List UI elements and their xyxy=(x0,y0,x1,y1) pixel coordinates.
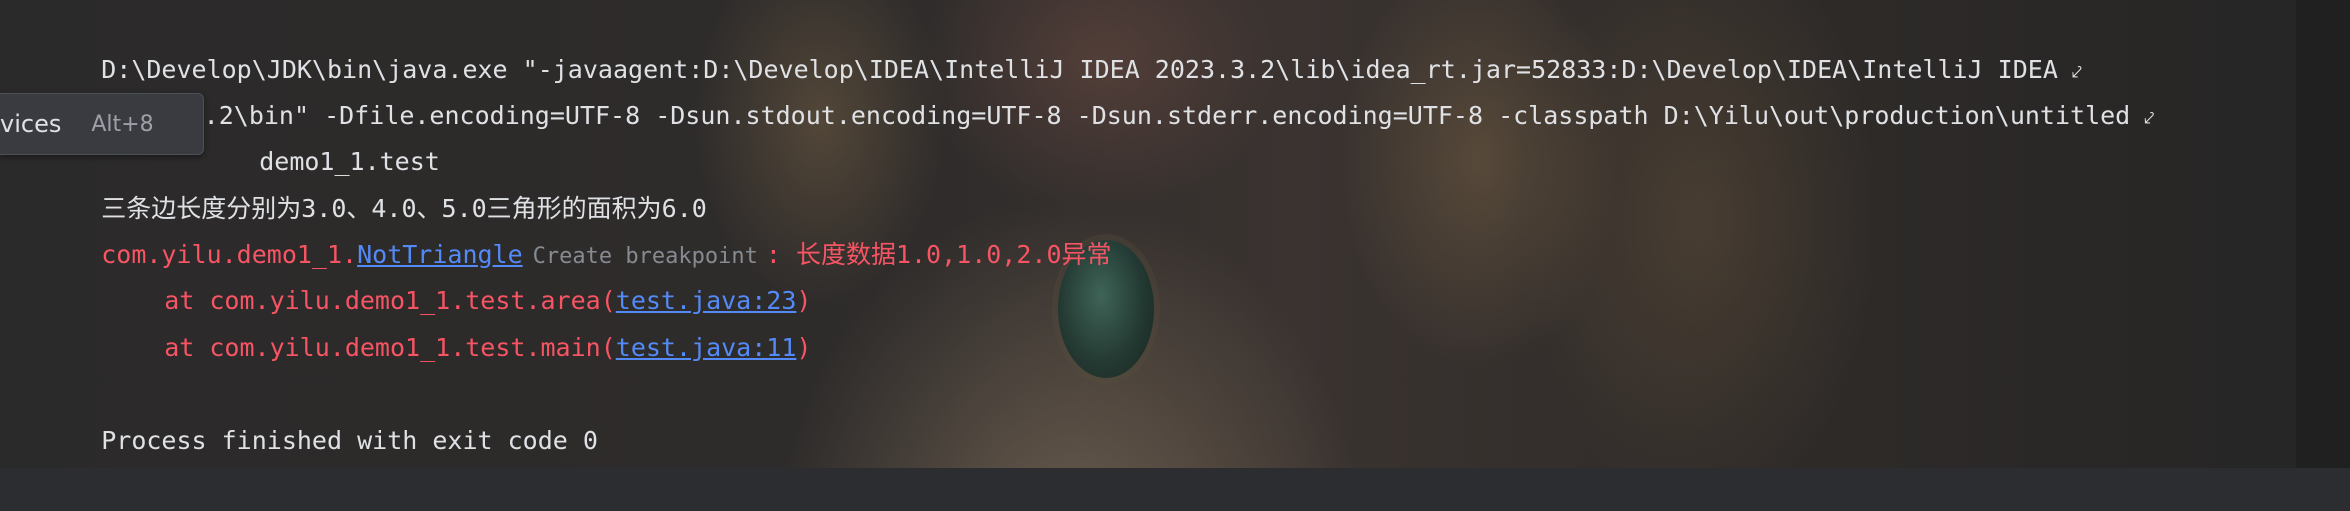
soft-wrap-icon: ⤦ xyxy=(2144,107,2155,129)
stacktrace-line-area: at com.yilu.demo1_1.test.area(test.java:… xyxy=(104,231,811,315)
exception-message: : 长度数据1.0,1.0,2.0异常 xyxy=(765,239,1112,269)
process-exit-text: Process finished with exit code 0 xyxy=(101,425,598,455)
console-line-exception: com.yilu.demo1_1.NotTriangle Create break… xyxy=(41,185,1111,269)
console-line-main-class: demo1_1.test xyxy=(199,92,440,176)
console-line-command: D:\Develop\JDK\bin\java.exe "-javaagent:… xyxy=(41,0,2082,84)
tooltip-shortcut: Alt+8 xyxy=(91,111,154,137)
tooltip-label: vices xyxy=(0,110,62,138)
services-tooltip[interactable]: vices Alt+8 xyxy=(0,93,204,155)
stacktrace-line-main: at com.yilu.demo1_1.test.main(test.java:… xyxy=(104,278,811,362)
stacktrace-main-link[interactable]: test.java:11 xyxy=(616,333,797,362)
stacktrace-main-suffix: ) xyxy=(796,332,812,362)
console-line-command-cont: ⤥2023.3.2\bin" -Dfile.encoding=UTF-8 -Ds… xyxy=(41,46,2154,130)
console-line-exit: Process finished with exit code 0 xyxy=(41,371,598,455)
run-console-output[interactable]: D:\Develop\JDK\bin\java.exe "-javaagent:… xyxy=(0,0,2350,468)
stacktrace-main-prefix: at com.yilu.demo1_1.test.main( xyxy=(164,332,616,362)
